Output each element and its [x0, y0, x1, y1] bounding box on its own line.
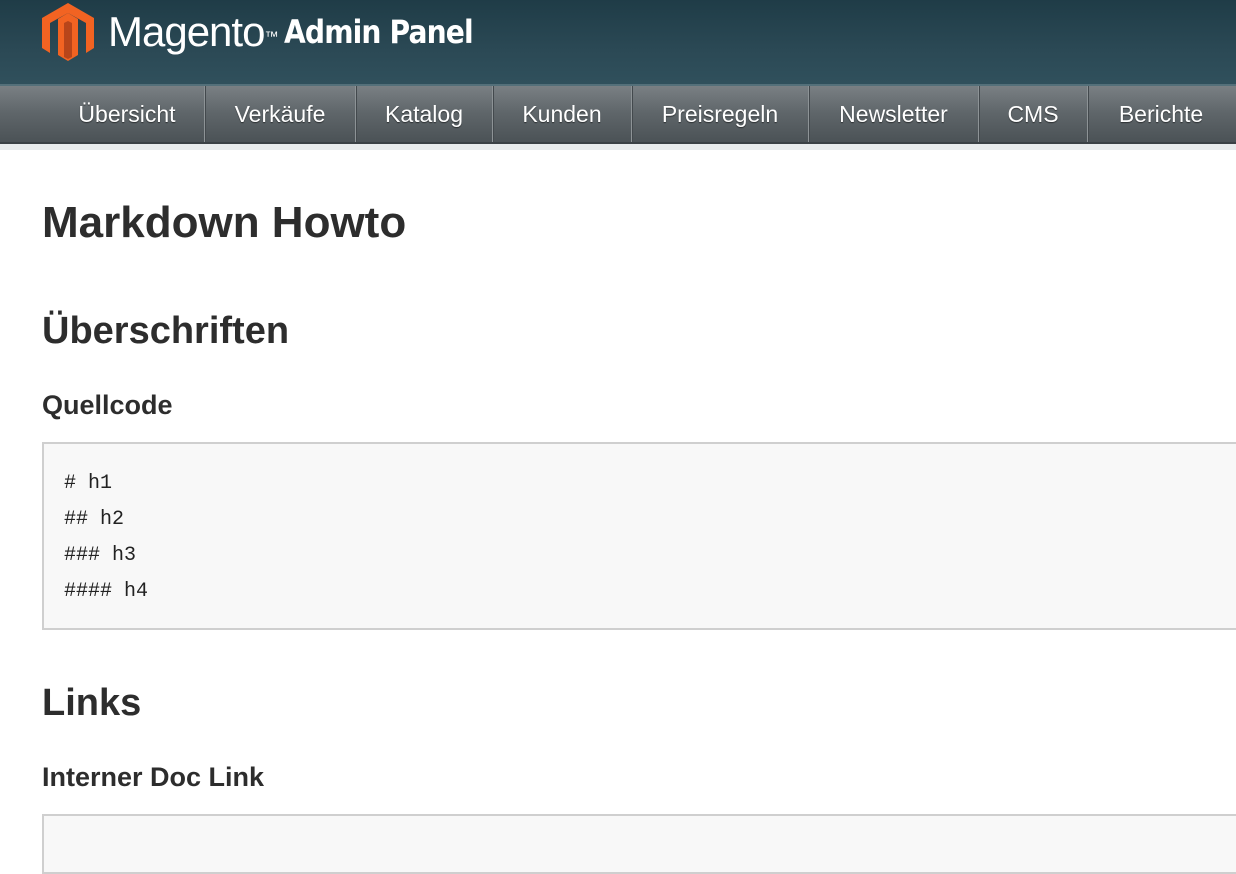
magento-logo[interactable]: Magento ™ Admin Panel: [40, 0, 499, 64]
code-line: # h1: [64, 472, 113, 495]
magento-logo-icon: [42, 3, 94, 61]
admin-header: Magento ™ Admin Panel: [0, 0, 1236, 86]
nav-item-katalog[interactable]: Katalog: [356, 86, 493, 142]
nav-item-newsletter[interactable]: Newsletter: [809, 86, 979, 142]
code-block: [42, 814, 1236, 874]
nav-item-kunden[interactable]: Kunden: [493, 86, 632, 142]
nav-subbar: [0, 144, 1236, 150]
main-navigation: Übersicht Verkäufe Katalog Kunden Preisr…: [0, 86, 1236, 144]
nav-item-berichte[interactable]: Berichte: [1088, 86, 1234, 142]
page-title: Markdown Howto: [42, 198, 407, 247]
code-line: #### h4: [64, 580, 149, 603]
nav-item-cms[interactable]: CMS: [979, 86, 1088, 142]
code-line: ### h3: [64, 544, 137, 567]
section-heading-ueberschriften: Überschriften: [42, 310, 290, 352]
code-block: # h1 ## h2 ### h3 #### h4: [42, 442, 1236, 630]
subheading-quellcode: Quellcode: [42, 390, 173, 420]
nav-item-verkaeufe[interactable]: Verkäufe: [205, 86, 356, 142]
nav-item-preisregeln[interactable]: Preisregeln: [632, 86, 809, 142]
nav-item-uebersicht[interactable]: Übersicht: [50, 86, 205, 142]
logo-trademark: ™: [264, 28, 279, 44]
logo-brand-text: Magento: [108, 8, 265, 55]
code-line: ## h2: [64, 508, 125, 531]
nav-menu: Übersicht Verkäufe Katalog Kunden Preisr…: [50, 86, 1234, 142]
logo-subtitle: Admin Panel: [284, 13, 474, 51]
section-heading-links: Links: [42, 682, 142, 724]
subheading-interner-doc-link: Interner Doc Link: [42, 762, 265, 792]
